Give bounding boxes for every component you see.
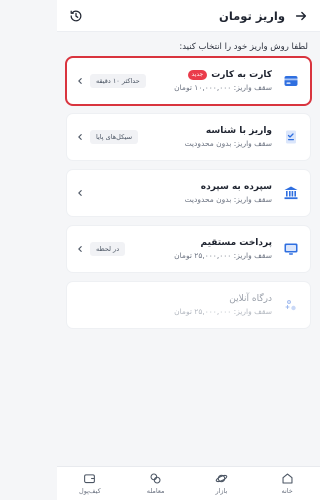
method-name: کارت به کارت	[211, 70, 272, 80]
nav-trade-label: معامله	[146, 487, 165, 495]
exchange-icon	[150, 473, 161, 484]
gateway-icon	[280, 294, 302, 316]
method-limit: سقف واریز: بدون محدودیت	[184, 195, 272, 204]
method-deposit-by-id[interactable]: واریز با شناسه سقف واریز: بدون محدودیت س…	[67, 114, 310, 160]
method-online-gateway: درگاه آنلاین سقف واریز: ۲۵,۰۰۰,۰۰۰ تومان	[67, 282, 310, 328]
deposit-method-list: کارت به کارت جدید سقف واریز: ۱۰,۰۰۰,۰۰۰ …	[57, 56, 320, 328]
history-icon[interactable]	[67, 7, 85, 25]
bottom-nav: خانه بازار معامله کیف‌پول	[57, 466, 320, 500]
method-name: درگاه آنلاین	[229, 294, 272, 304]
nav-trade[interactable]: معامله	[131, 472, 181, 495]
bank-icon	[280, 182, 302, 204]
wallet-icon	[84, 474, 96, 484]
home-icon	[282, 473, 293, 484]
method-name: واریز با شناسه	[205, 126, 272, 136]
nav-market-label: بازار	[215, 487, 228, 495]
chevron-left-icon	[75, 189, 84, 198]
method-time-tag: حداکثر ۱۰ دقیقه	[90, 74, 146, 88]
planet-icon	[215, 474, 228, 483]
nav-home-label: خانه	[281, 487, 293, 495]
method-direct-payment[interactable]: پرداخت مستقیم سقف واریز: ۲۵,۰۰۰,۰۰۰ توما…	[67, 226, 310, 272]
method-texts: درگاه آنلاین سقف واریز: ۲۵,۰۰۰,۰۰۰ تومان	[75, 294, 272, 316]
method-limit: سقف واریز: ۲۵,۰۰۰,۰۰۰ تومان	[174, 307, 272, 316]
header: واریز تومان	[57, 0, 320, 32]
nav-wallet-label: کیف‌پول	[79, 487, 101, 495]
nav-wallet[interactable]: کیف‌پول	[65, 472, 115, 495]
method-limit: سقف واریز: ۱۰,۰۰۰,۰۰۰ تومان	[174, 83, 272, 92]
method-name: پرداخت مستقیم	[200, 238, 272, 248]
card-icon	[280, 70, 302, 92]
instruction-text: لطفا روش واریز خود را انتخاب کنید:	[179, 42, 308, 52]
method-limit: سقف واریز: بدون محدودیت	[184, 139, 272, 148]
app-root: واریز تومان لطفا روش واریز خود را انتخاب…	[57, 0, 320, 500]
nav-market[interactable]: بازار	[196, 472, 246, 495]
new-badge: جدید	[187, 70, 208, 80]
chevron-left-icon	[75, 245, 84, 254]
method-texts: پرداخت مستقیم سقف واریز: ۲۵,۰۰۰,۰۰۰ توما…	[125, 238, 272, 260]
chevron-left-icon	[75, 133, 84, 142]
method-time-tag: سیکل‌های پایا	[90, 130, 139, 144]
id-document-icon	[280, 126, 302, 148]
method-time-tag: در لحظه	[90, 242, 126, 256]
method-texts: کارت به کارت جدید سقف واریز: ۱۰,۰۰۰,۰۰۰ …	[146, 70, 272, 92]
back-arrow-icon[interactable]	[292, 7, 310, 25]
method-deposit-to-deposit[interactable]: سپرده به سپرده سقف واریز: بدون محدودیت	[67, 170, 310, 216]
method-texts: واریز با شناسه سقف واریز: بدون محدودیت	[138, 126, 272, 148]
chevron-left-icon	[75, 77, 84, 86]
method-card-to-card[interactable]: کارت به کارت جدید سقف واریز: ۱۰,۰۰۰,۰۰۰ …	[65, 56, 312, 106]
method-limit: سقف واریز: ۲۵,۰۰۰,۰۰۰ تومان	[174, 251, 272, 260]
method-texts: سپرده به سپرده سقف واریز: بدون محدودیت	[84, 182, 272, 204]
nav-home[interactable]: خانه	[262, 472, 312, 495]
monitor-icon	[280, 238, 302, 260]
method-name: سپرده به سپرده	[200, 182, 272, 192]
header-right: واریز تومان	[219, 7, 310, 25]
page-title: واریز تومان	[219, 8, 285, 23]
